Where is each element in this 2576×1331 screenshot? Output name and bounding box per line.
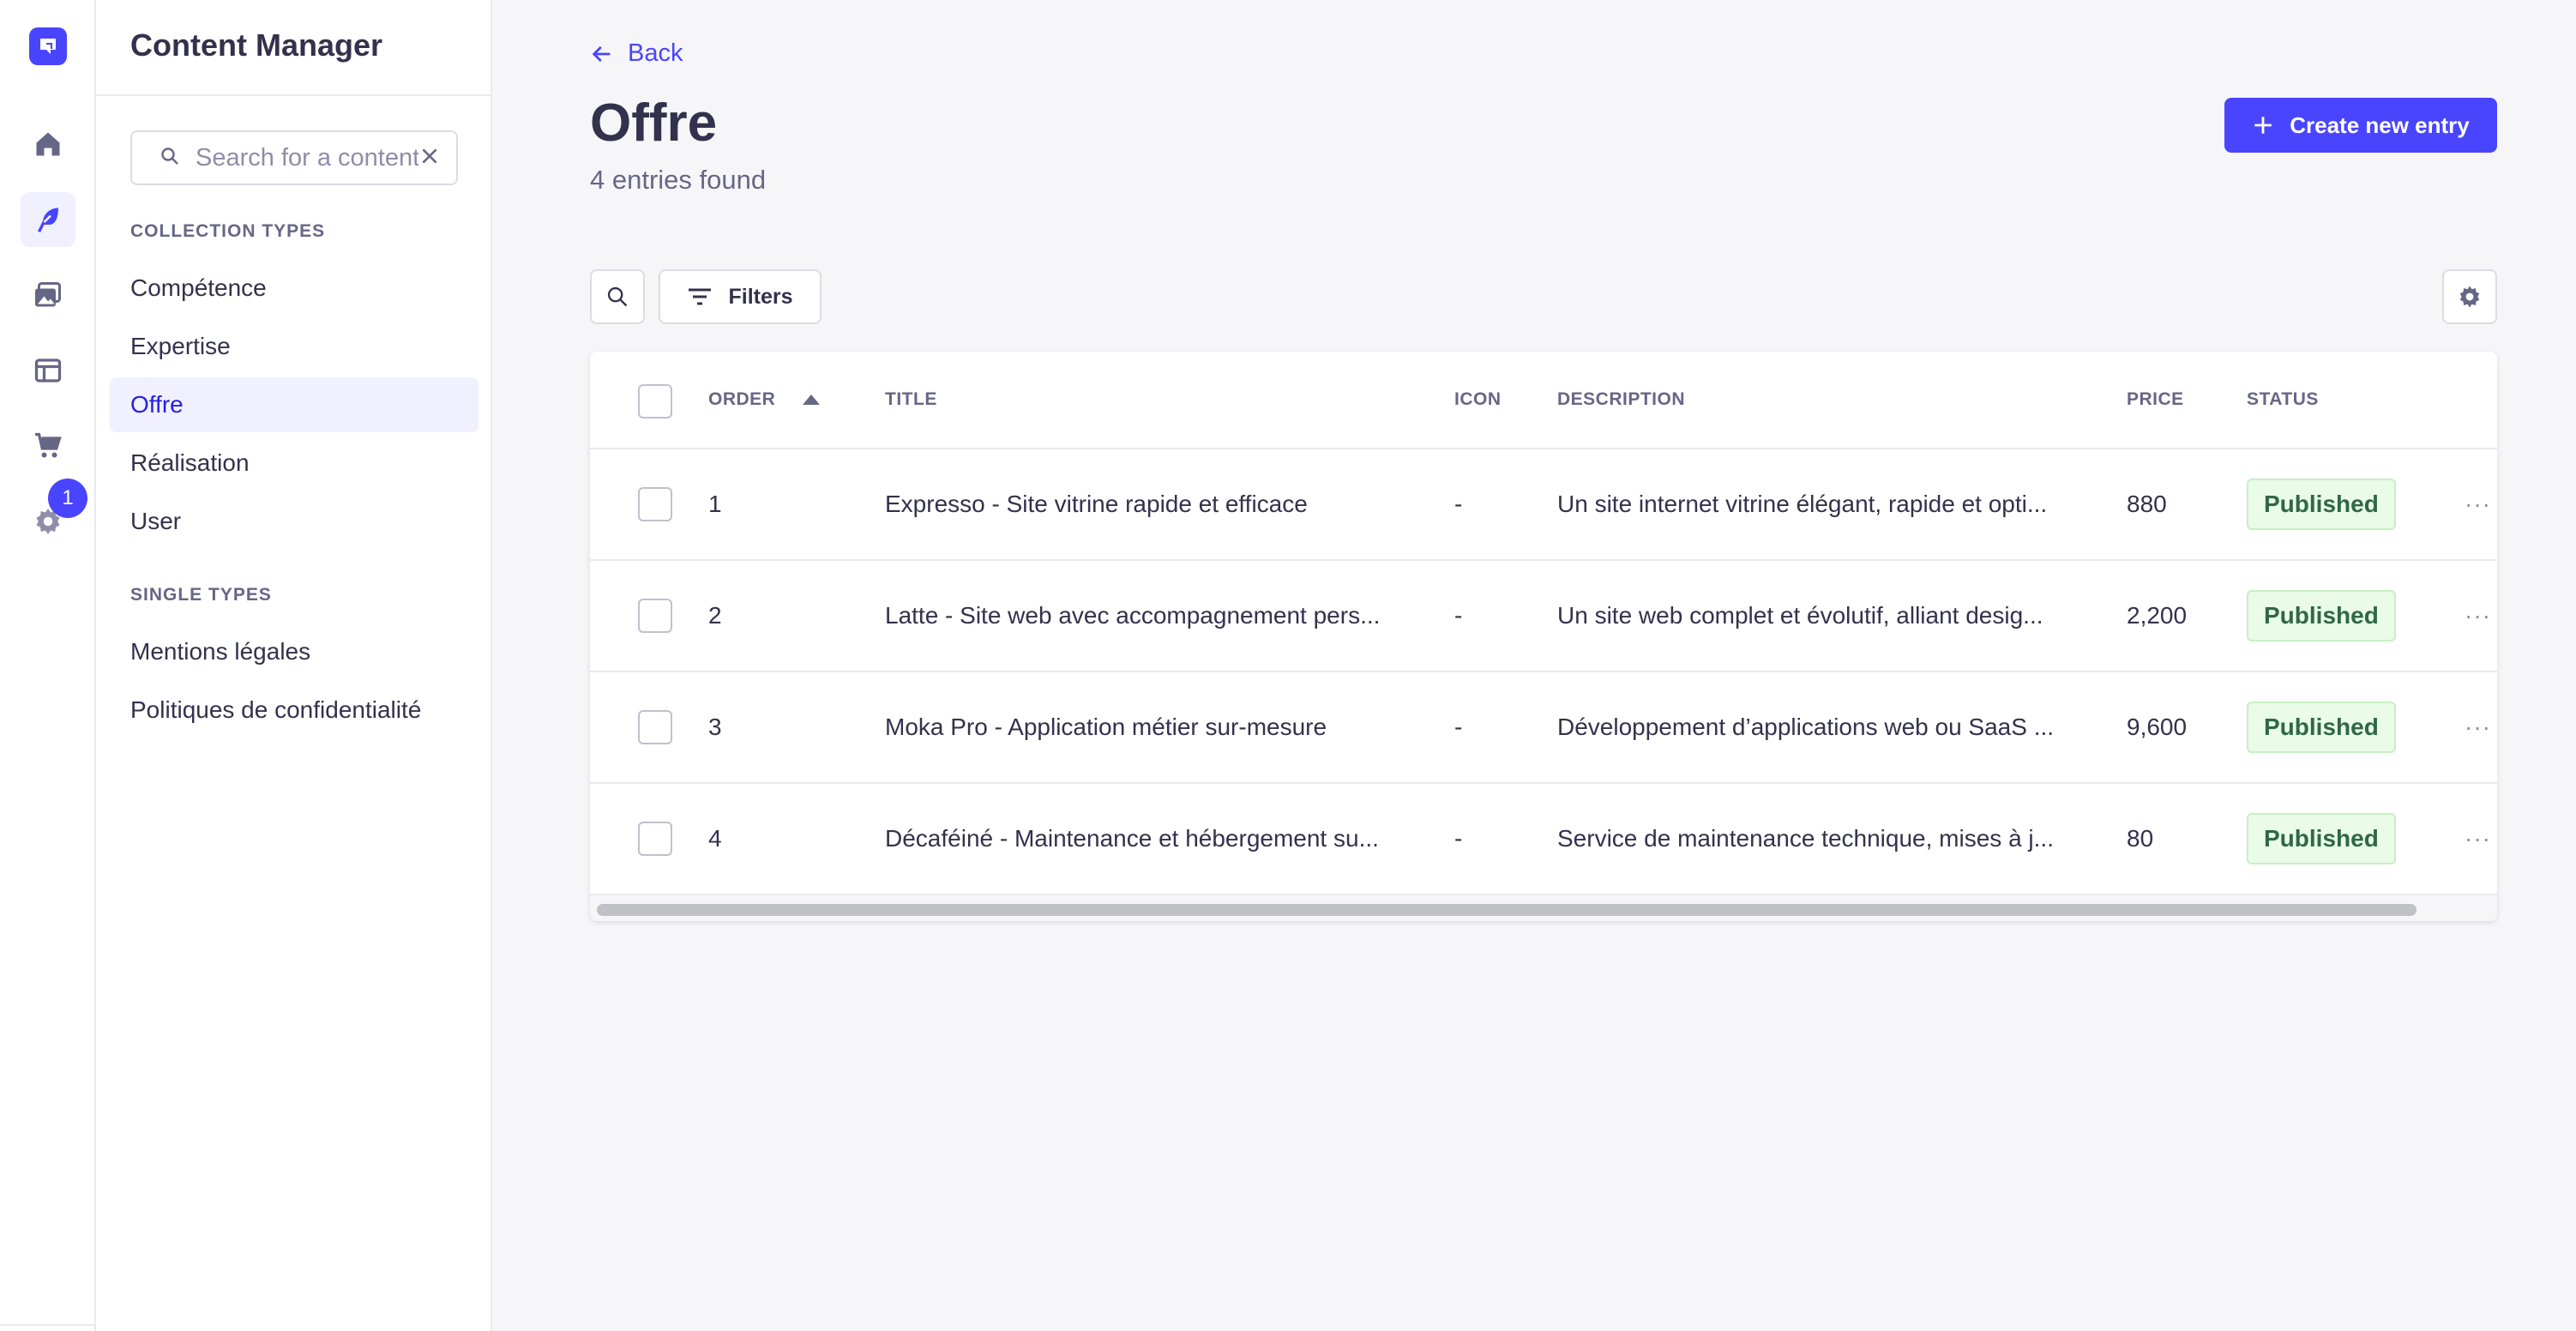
table-row[interactable]: 2 Latte - Site web avec accompagnement p… — [590, 561, 2497, 672]
more-icon[interactable]: ··· — [2465, 561, 2491, 671]
column-status[interactable]: Status — [2247, 389, 2319, 410]
row-checkbox[interactable] — [638, 710, 672, 744]
column-description[interactable]: Description — [1557, 389, 1685, 410]
cell-price: 2,200 — [2127, 602, 2188, 629]
cell-title: Moka Pro - Application métier sur-mesure — [885, 714, 1327, 740]
sidebar-item-offre[interactable]: Offre — [110, 377, 478, 432]
horizontal-scrollbar[interactable] — [590, 894, 2497, 921]
filters-button[interactable]: Filters — [659, 269, 822, 324]
sidebar-title: Content Manager — [130, 27, 383, 63]
table-header: Order Title Icon Description Price Statu… — [590, 352, 2497, 449]
notification-badge: 1 — [48, 479, 87, 518]
back-label: Back — [628, 39, 683, 67]
view-settings-button[interactable] — [2442, 269, 2497, 324]
collection-types-label: Collection types — [130, 221, 326, 241]
content-type-builder-icon[interactable] — [21, 343, 75, 398]
search-button[interactable] — [590, 269, 645, 324]
cell-icon: - — [1454, 714, 1463, 740]
sort-ascending-icon[interactable] — [801, 394, 822, 406]
column-order-label: Order — [708, 389, 776, 409]
table-row[interactable]: 4 Décaféiné - Maintenance et hébergement… — [590, 784, 2497, 895]
back-link[interactable]: Back — [590, 39, 683, 68]
row-checkbox[interactable] — [638, 487, 672, 521]
more-icon[interactable]: ··· — [2465, 672, 2491, 782]
sidebar-item-competence[interactable]: Compétence — [110, 261, 478, 316]
content-manager-icon[interactable] — [21, 192, 75, 247]
column-icon[interactable]: Icon — [1454, 389, 1502, 410]
cell-order: 3 — [708, 714, 722, 740]
filters-label: Filters — [728, 284, 793, 309]
cell-order: 1 — [708, 491, 722, 517]
entries-table: Order Title Icon Description Price Statu… — [590, 352, 2497, 921]
cell-order: 4 — [708, 825, 722, 852]
cell-icon: - — [1454, 602, 1463, 629]
cell-description: Développement d’applications web ou SaaS… — [1557, 714, 2055, 740]
entries-count: 4 entries found — [590, 165, 767, 195]
cell-description: Un site internet vitrine élégant, rapide… — [1557, 491, 2048, 517]
cell-price: 9,600 — [2127, 714, 2188, 740]
marketplace-icon[interactable] — [21, 419, 75, 473]
status-badge: Published — [2247, 702, 2396, 753]
cell-description: Un site web complet et évolutif, alliant… — [1557, 602, 2043, 629]
sidebar-divider — [96, 94, 491, 96]
cell-order: 2 — [708, 602, 722, 629]
cell-title: Décaféiné - Maintenance et hébergement s… — [885, 825, 1379, 852]
logo-icon[interactable] — [29, 27, 67, 65]
search-icon — [607, 286, 628, 307]
table-row[interactable]: 3 Moka Pro - Application métier sur-mesu… — [590, 672, 2497, 784]
plus-icon — [2254, 117, 2272, 134]
more-icon[interactable]: ··· — [2465, 449, 2491, 559]
single-types-label: Single types — [130, 585, 272, 605]
column-order[interactable]: Order — [708, 389, 822, 410]
filter-icon — [689, 288, 712, 305]
more-icon[interactable]: ··· — [2465, 784, 2491, 894]
table-row[interactable]: 1 Expresso - Site vitrine rapide et effi… — [590, 449, 2497, 561]
arrow-left-icon — [592, 45, 611, 62]
cell-description: Service de maintenance technique, mises … — [1557, 825, 2054, 852]
status-badge: Published — [2247, 590, 2396, 641]
create-new-entry-label: Create new entry — [2290, 111, 2470, 138]
column-price[interactable]: Price — [2127, 389, 2184, 410]
clear-icon[interactable] — [418, 145, 441, 172]
sidebar-item-realisation[interactable]: Réalisation — [110, 436, 478, 491]
row-checkbox[interactable] — [638, 822, 672, 856]
create-new-entry-button[interactable]: Create new entry — [2224, 98, 2497, 153]
sidebar-item-politiques-confidentialite[interactable]: Politiques de confidentialité — [110, 683, 478, 738]
cell-price: 880 — [2127, 491, 2167, 517]
page-title: Offre — [590, 93, 718, 153]
search-input[interactable] — [196, 143, 418, 172]
cell-price: 80 — [2127, 825, 2154, 852]
status-badge: Published — [2247, 479, 2396, 530]
cell-icon: - — [1454, 491, 1463, 517]
sidebar-item-mentions-legales[interactable]: Mentions légales — [110, 624, 478, 679]
column-title[interactable]: Title — [885, 389, 937, 410]
gear-icon — [2459, 286, 2480, 308]
cell-icon: - — [1454, 825, 1463, 852]
scrollbar-thumb[interactable] — [597, 904, 2417, 916]
home-icon[interactable] — [21, 117, 75, 172]
search-icon — [159, 146, 180, 171]
rail-footer — [0, 1324, 96, 1331]
sidebar-item-user[interactable]: User — [110, 494, 478, 549]
media-library-icon[interactable] — [21, 268, 75, 322]
select-all-checkbox[interactable] — [638, 384, 672, 419]
cell-title: Expresso - Site vitrine rapide et effica… — [885, 491, 1308, 517]
status-badge: Published — [2247, 813, 2396, 864]
sidebar-search[interactable] — [130, 130, 458, 185]
main-nav-rail: 1 — [0, 0, 96, 1331]
sidebar-item-expertise[interactable]: Expertise — [110, 319, 478, 374]
cell-title: Latte - Site web avec accompagnement per… — [885, 602, 1381, 629]
row-checkbox[interactable] — [638, 599, 672, 633]
content-manager-sidebar: Content Manager Collection types Compéte… — [96, 0, 492, 1331]
